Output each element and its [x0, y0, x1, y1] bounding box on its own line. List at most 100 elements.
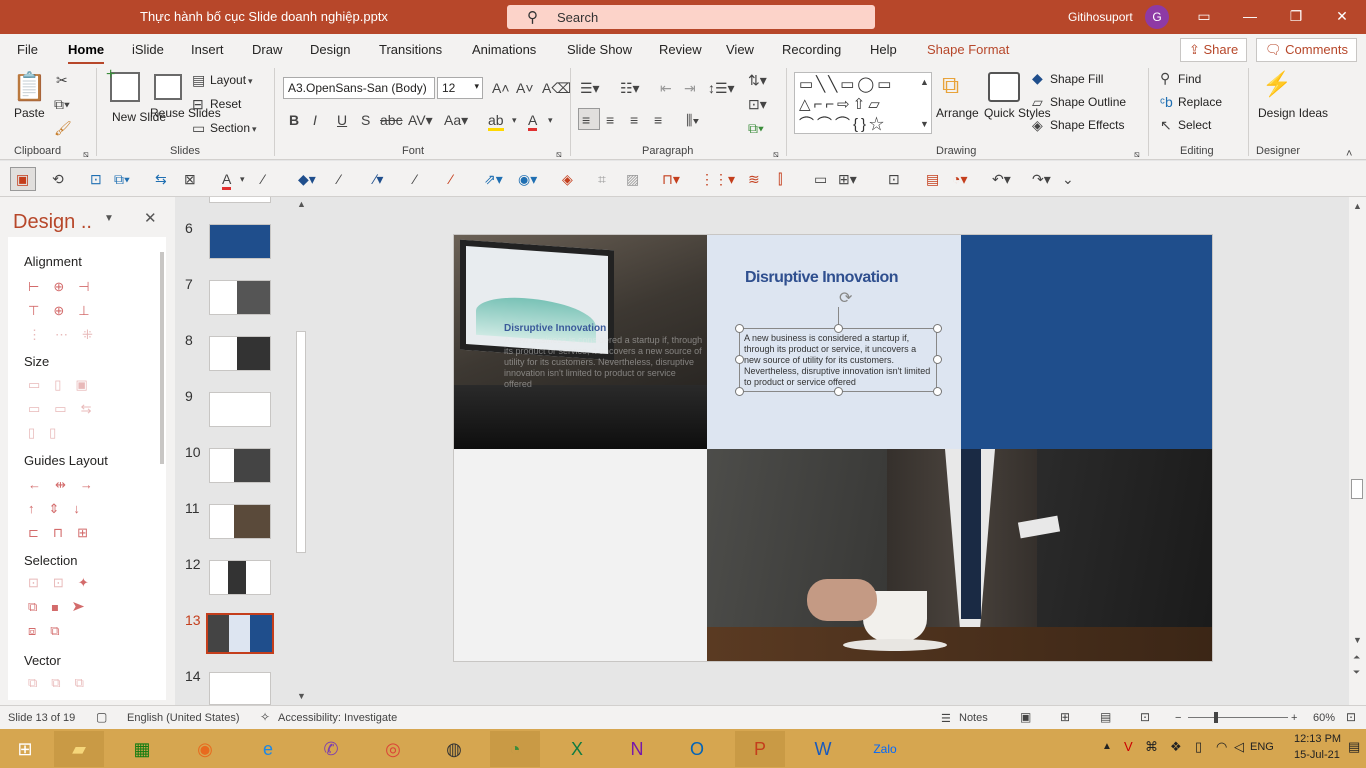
canvas-scrollbar[interactable]: ▲ ▼ ⏶ ⏷ [1349, 197, 1366, 705]
zalo-icon[interactable]: Zalo [860, 731, 910, 767]
prev-slide-icon[interactable]: ⏶ [1353, 652, 1360, 663]
guide-bottom-icon[interactable]: ↓ [73, 501, 94, 516]
windows-start-icon[interactable]: ⊞ [0, 731, 50, 767]
guide-top-icon[interactable]: ↑ [28, 501, 49, 516]
find-button[interactable]: Find [1178, 72, 1201, 86]
replace-button[interactable]: Replace [1178, 95, 1222, 109]
tray-expand-icon[interactable]: ▲ [1102, 741, 1112, 752]
new-slide-icon[interactable]: + [106, 66, 140, 102]
merge-tool-icon[interactable]: ◈ [562, 171, 573, 187]
magic-wand-icon[interactable]: ✦ [78, 575, 103, 590]
guide-center-h-icon[interactable]: ⇹ [55, 477, 80, 492]
zoom-slider[interactable] [1188, 717, 1288, 718]
font-color-icon[interactable]: A [528, 112, 538, 131]
volume-icon[interactable]: ◁ [1234, 739, 1244, 755]
ribbon-display-icon[interactable]: ▭ [1184, 5, 1224, 29]
zoom-level[interactable]: 60% [1313, 712, 1335, 724]
resize-handle[interactable] [933, 324, 942, 333]
highlight-icon[interactable]: ab [488, 112, 504, 131]
restore-icon[interactable]: ❐ [1276, 5, 1316, 29]
guide-left-icon[interactable]: ← [28, 477, 55, 492]
next-slide-icon[interactable]: ⏷ [1353, 667, 1360, 678]
slide-thumbnail[interactable] [209, 336, 271, 371]
reading-view-icon[interactable]: ▤ [1100, 710, 1111, 724]
shape-effects-button[interactable]: Shape Effects [1050, 118, 1125, 132]
picture-tool-icon[interactable]: ⊠ [184, 171, 196, 187]
frame-tool-icon[interactable]: ▭ [814, 171, 827, 187]
eyedropper-icon[interactable]: ⁄ [338, 171, 340, 187]
gallery-scroll-up-icon[interactable]: ▲ [920, 74, 929, 90]
paragraph-launcher-icon[interactable]: ⧅ [773, 146, 779, 162]
eyedropper-icon[interactable]: ⁄ [262, 171, 264, 187]
ie-icon[interactable]: e [243, 731, 293, 767]
scroll-up-icon[interactable]: ▲ [297, 199, 306, 209]
share-button[interactable]: ⇪ Share [1180, 38, 1248, 62]
file-explorer-icon[interactable]: ▰ [54, 731, 104, 767]
increase-indent-icon[interactable]: ⇥ [684, 80, 696, 96]
app-icon[interactable]: ◔ [490, 731, 540, 767]
swap-tool-icon[interactable]: ⇆ [155, 171, 167, 187]
design-ideas-button[interactable]: Design Ideas [1258, 106, 1328, 121]
chevron-down-icon[interactable]: ▾ [548, 112, 553, 128]
export-tool-icon[interactable]: ▤ [926, 171, 939, 187]
arrange-button[interactable]: Arrange [936, 106, 979, 120]
arrange-icon[interactable]: ⧉ [942, 72, 972, 104]
reuse-slides-button[interactable]: Reuse Slides [150, 106, 221, 121]
chevron-down-icon[interactable]: ▾ [240, 171, 245, 187]
paste-icon[interactable]: 📋 [12, 70, 47, 106]
zoom-in-icon[interactable]: + [1291, 712, 1297, 724]
thumbnail-partial[interactable] [209, 197, 271, 203]
scroll-down-icon[interactable]: ▼ [1353, 635, 1362, 645]
scroll-thumb[interactable] [1351, 479, 1363, 499]
shape-effects-tool-icon[interactable]: ◉▾ [518, 171, 537, 187]
pointer-icon[interactable]: ➤ [73, 599, 99, 614]
shadow-button[interactable]: S [361, 112, 370, 128]
select-invert-icon[interactable]: ⧉ [50, 623, 73, 638]
resize-handle[interactable] [933, 355, 942, 364]
bullets-icon[interactable]: ☰▾ [580, 80, 600, 96]
same-height-icon[interactable]: ▯ [54, 377, 75, 392]
format-painter-icon[interactable]: 🖌 [54, 120, 72, 136]
align-center-icon[interactable]: ≡ [606, 112, 614, 128]
guide-fill-v-icon[interactable]: ⊓ [53, 525, 77, 540]
grid-tool-icon[interactable]: ⋮⋮▾ [700, 171, 735, 187]
capture-tool-icon[interactable]: ⊡ [888, 171, 900, 187]
resize-handle[interactable] [735, 355, 744, 364]
decrease-font-icon[interactable]: A˅ [516, 80, 534, 96]
font-size-combo[interactable]: 12 ▾ [437, 77, 483, 99]
wifi-icon[interactable]: ◠ [1216, 739, 1227, 755]
input-language[interactable]: ENG [1250, 741, 1274, 753]
tab-recording[interactable]: Recording [782, 42, 841, 57]
sorter-view-icon[interactable]: ⊞ [1060, 710, 1070, 724]
select-group-icon[interactable]: ⧉ [28, 599, 51, 614]
scale-icon[interactable]: ▯ [28, 425, 49, 440]
tab-draw[interactable]: Draw [252, 42, 282, 57]
zoom-slider-thumb[interactable] [1214, 712, 1218, 723]
comments-button[interactable]: 🗨 Comments [1256, 38, 1357, 62]
chrome-icon[interactable]: ◎ [368, 731, 418, 767]
swap-size-icon[interactable]: ⇆ [81, 401, 106, 416]
tab-slide-show[interactable]: Slide Show [567, 42, 632, 57]
vector-fragment-icon[interactable]: ⧉ [75, 675, 98, 690]
slide[interactable]: Disruptive Innovation A new business is … [453, 234, 1213, 662]
bold-button[interactable]: B [289, 112, 299, 128]
vector-union-icon[interactable]: ⧉ [28, 675, 51, 690]
tab-file[interactable]: File [17, 42, 38, 57]
clock-date[interactable]: 15-Jul-21 [1294, 749, 1340, 761]
select-same-icon[interactable]: ⊡ [28, 575, 53, 590]
slide-thumbnail[interactable] [209, 560, 271, 595]
onenote-icon[interactable]: N [612, 731, 662, 767]
excel-icon[interactable]: X [552, 731, 602, 767]
select-type-icon[interactable]: ⊡ [53, 575, 78, 590]
tab-home[interactable]: Home [68, 42, 105, 65]
resize-handle[interactable] [834, 387, 843, 396]
battery-icon[interactable]: ▯ [1195, 739, 1202, 755]
table-tool-icon[interactable]: ⊞▾ [838, 171, 857, 187]
italic-button[interactable]: I [313, 112, 317, 128]
cut-icon[interactable]: ✂ [56, 72, 68, 88]
scroll-thumb[interactable] [296, 331, 306, 553]
textbox-tool-icon[interactable]: ⊡ [90, 171, 102, 187]
change-case-icon[interactable]: Aa▾ [444, 112, 468, 128]
align-middle-tool-icon[interactable]: ⊕ [53, 303, 78, 318]
minimize-icon[interactable]: — [1230, 5, 1270, 29]
